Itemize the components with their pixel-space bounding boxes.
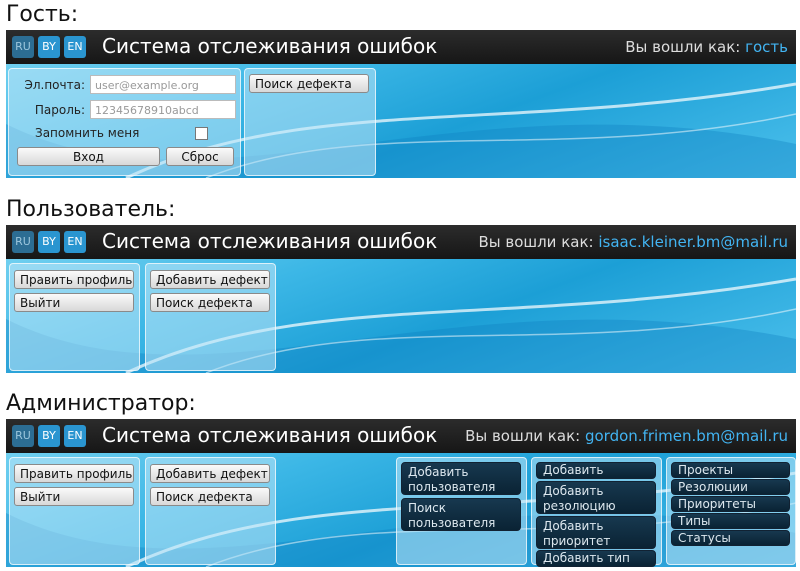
top-bar: RU BY EN Система отслеживания ошибок Вы … [6,225,796,259]
app-title: Система отслеживания ошибок [102,34,438,58]
bug-box: Добавить дефект Поиск дефекта [145,457,276,565]
password-label: Пароль: [34,103,85,117]
email-label: Эл.почта: [24,78,85,92]
dictionaries-box: Проекты Резолюции Приоритеты Типы Статус… [666,457,796,565]
search-bug-button[interactable]: Поиск дефекта [150,293,270,312]
resolutions-button[interactable]: Резолюции [671,479,790,495]
profile-box: Править профиль Выйти [9,457,140,565]
edit-profile-button[interactable]: Править профиль [14,464,134,483]
top-bar: RU BY EN Система отслеживания ошибок Вы … [6,30,796,64]
email-field[interactable]: user@example.org [90,75,236,94]
search-user-button[interactable]: Поиск пользователя [401,498,521,531]
guest-caption: Гость: [6,2,79,27]
remember-checkbox[interactable] [195,127,208,140]
guest-panel: RU BY EN Система отслеживания ошибок Вы … [6,30,796,178]
lang-by-button[interactable]: BY [38,231,60,253]
current-user-link[interactable]: гость [745,38,788,56]
current-user-link[interactable]: isaac.kleiner.bm@mail.ru [598,233,788,251]
top-bar: RU BY EN Система отслеживания ошибок Вы … [6,419,796,453]
lang-by-button[interactable]: BY [38,36,60,58]
current-user-link[interactable]: gordon.frimen.bm@mail.ru [585,427,788,445]
types-button[interactable]: Типы [671,513,790,529]
projects-button[interactable]: Проекты [671,462,790,478]
add-priority-button[interactable]: Добавить приоритет [536,516,656,549]
lang-ru-button[interactable]: RU [12,36,34,58]
login-box: Эл.почта: user@example.org Пароль: 12345… [8,68,241,176]
admin-panel: RU BY EN Система отслеживания ошибок Вы … [6,419,796,567]
logged-in-label: Вы вошли как: [465,427,581,445]
lang-ru-button[interactable]: RU [12,231,34,253]
app-title: Система отслеживания ошибок [102,229,438,253]
remember-label: Запомнить меня [35,126,140,140]
search-bug-button[interactable]: Поиск дефекта [249,74,369,93]
login-button[interactable]: Вход [17,147,160,166]
lang-en-button[interactable]: EN [64,425,86,447]
password-field[interactable]: 12345678910abcd [90,100,236,119]
add-entities-box: Добавить проект Добавить резолюцию Добав… [531,457,662,567]
profile-box: Править профиль Выйти [9,263,140,371]
app-title: Система отслеживания ошибок [102,423,438,447]
lang-en-button[interactable]: EN [64,231,86,253]
add-type-button[interactable]: Добавить тип [536,550,656,567]
logged-in-label: Вы вошли как: [478,233,594,251]
logged-in-label: Вы вошли как: [625,38,741,56]
admin-caption: Администратор: [6,391,196,416]
add-user-button[interactable]: Добавить пользователя [401,462,521,495]
login-status: Вы вошли как: isaac.kleiner.bm@mail.ru [478,233,788,251]
logout-button[interactable]: Выйти [14,293,134,312]
logout-button[interactable]: Выйти [14,487,134,506]
lang-ru-button[interactable]: RU [12,425,34,447]
users-box: Добавить пользователя Поиск пользователя [396,457,527,565]
login-status: Вы вошли как: gordon.frimen.bm@mail.ru [465,427,788,445]
bug-box: Поиск дефекта [244,68,376,176]
user-panel: RU BY EN Система отслеживания ошибок Вы … [6,225,796,373]
login-status: Вы вошли как: гость [625,38,788,56]
reset-button[interactable]: Сброс [166,147,234,166]
user-caption: Пользователь: [6,197,176,222]
priorities-button[interactable]: Приоритеты [671,496,790,512]
search-bug-button[interactable]: Поиск дефекта [150,487,270,506]
lang-by-button[interactable]: BY [38,425,60,447]
edit-profile-button[interactable]: Править профиль [14,270,134,289]
bug-box: Добавить дефект Поиск дефекта [145,263,276,371]
lang-en-button[interactable]: EN [64,36,86,58]
statuses-button[interactable]: Статусы [671,530,790,546]
add-bug-button[interactable]: Добавить дефект [150,270,270,289]
add-bug-button[interactable]: Добавить дефект [150,464,270,483]
add-project-button[interactable]: Добавить проект [536,462,656,492]
add-resolution-button[interactable]: Добавить резолюцию [536,481,656,514]
